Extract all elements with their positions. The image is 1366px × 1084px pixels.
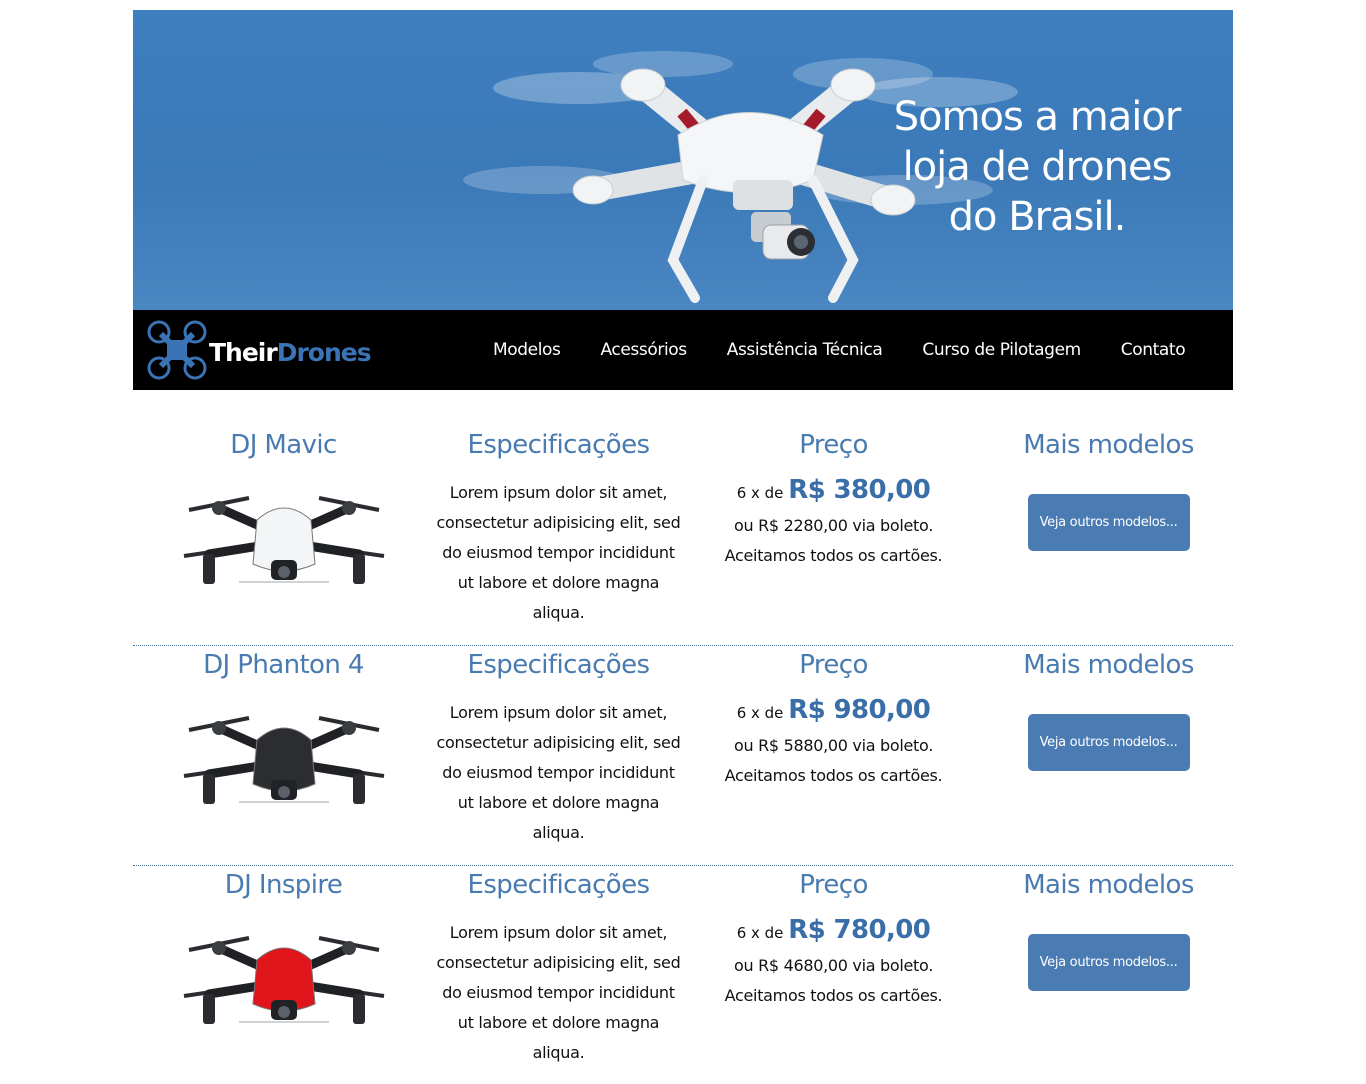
product-row: DJ Phanton 4 Especificações Lorem ipsum … xyxy=(133,646,1233,866)
price-heading: Preço xyxy=(799,430,868,460)
see-more-models-button[interactable]: Veja outros modelos... xyxy=(1027,494,1190,551)
nav-item-modelos[interactable]: Modelos xyxy=(493,340,561,360)
product-row: DJ Mavic Especificações Lorem ipsum dolo… xyxy=(133,426,1233,646)
installment-value: R$ 780,00 xyxy=(788,915,931,945)
installment-count: 6 x de xyxy=(736,704,784,722)
product-name: DJ Phanton 4 xyxy=(203,650,364,680)
main-nav: Modelos Acessórios Assistência Técnica C… xyxy=(473,310,1205,390)
product-more-column: Mais modelos Veja outros modelos... xyxy=(971,866,1246,991)
product-row: DJ Inspire Especificações Lorem ipsum do… xyxy=(133,866,1233,1084)
hero-headline-line: do Brasil. xyxy=(948,194,1127,240)
installment-line: 6 x de R$ 780,00 xyxy=(696,912,971,951)
nav-item-contato[interactable]: Contato xyxy=(1121,340,1186,360)
product-more-column: Mais modelos Veja outros modelos... xyxy=(971,426,1246,551)
price-block: 6 x de R$ 780,00 ou R$ 4680,00 via bolet… xyxy=(696,912,971,1011)
page: Somos a maior loja de drones do Brasil. … xyxy=(133,10,1233,1084)
cards-accepted: Aceitamos todos os cartões. xyxy=(724,986,943,1005)
nav-item-curso[interactable]: Curso de Pilotagem xyxy=(922,340,1081,360)
more-models-heading: Mais modelos xyxy=(1023,870,1194,900)
spec-text: Lorem ipsum dolor sit amet, consectetur … xyxy=(436,483,681,622)
product-list: DJ Mavic Especificações Lorem ipsum dolo… xyxy=(133,426,1233,1084)
product-drone-image xyxy=(183,716,384,804)
product-name: DJ Mavic xyxy=(230,430,337,460)
see-more-models-button[interactable]: Veja outros modelos... xyxy=(1027,934,1190,991)
product-model-column: DJ Inspire xyxy=(146,866,421,1038)
price-heading: Preço xyxy=(799,650,868,680)
logo[interactable]: TheirDrones xyxy=(147,318,387,382)
product-drone-image xyxy=(183,496,384,584)
more-models-heading: Mais modelos xyxy=(1023,430,1194,460)
installment-line: 6 x de R$ 980,00 xyxy=(696,692,971,731)
product-spec-column: Especificações Lorem ipsum dolor sit ame… xyxy=(421,426,696,628)
product-price-column: Preço 6 x de R$ 780,00 ou R$ 4680,00 via… xyxy=(696,866,971,1011)
product-spec-column: Especificações Lorem ipsum dolor sit ame… xyxy=(421,866,696,1068)
hero-banner: Somos a maior loja de drones do Brasil. xyxy=(133,10,1233,310)
nav-item-assistencia[interactable]: Assistência Técnica xyxy=(727,340,883,360)
cards-accepted: Aceitamos todos os cartões. xyxy=(724,546,943,565)
spec-heading: Especificações xyxy=(467,430,651,460)
product-drone-image xyxy=(183,936,384,1024)
navbar: TheirDrones Modelos Acessórios Assistênc… xyxy=(133,310,1233,390)
product-more-column: Mais modelos Veja outros modelos... xyxy=(971,646,1246,771)
installment-line: 6 x de R$ 380,00 xyxy=(696,472,971,511)
quadcopter-icon xyxy=(147,320,207,380)
product-price-column: Preço 6 x de R$ 380,00 ou R$ 2280,00 via… xyxy=(696,426,971,571)
nav-item-acessorios[interactable]: Acessórios xyxy=(601,340,688,360)
logo-wordmark: TheirDrones xyxy=(209,338,372,367)
product-model-column: DJ Mavic xyxy=(146,426,421,598)
price-heading: Preço xyxy=(799,870,868,900)
hero-headline-line: loja de drones xyxy=(902,144,1173,190)
installment-value: R$ 380,00 xyxy=(788,475,931,505)
spec-text: Lorem ipsum dolor sit amet, consectetur … xyxy=(436,923,681,1062)
product-spec-column: Especificações Lorem ipsum dolor sit ame… xyxy=(421,646,696,848)
see-more-models-button[interactable]: Veja outros modelos... xyxy=(1027,714,1190,771)
price-block: 6 x de R$ 980,00 ou R$ 5880,00 via bolet… xyxy=(696,692,971,791)
price-block: 6 x de R$ 380,00 ou R$ 2280,00 via bolet… xyxy=(696,472,971,571)
boleto-price: ou R$ 2280,00 via boleto. xyxy=(733,516,934,535)
boleto-price: ou R$ 5880,00 via boleto. xyxy=(733,736,934,755)
boleto-price: ou R$ 4680,00 via boleto. xyxy=(733,956,934,975)
logo-text-drones: Drones xyxy=(276,338,372,367)
hero-headline: Somos a maior loja de drones do Brasil. xyxy=(887,92,1187,242)
product-name: DJ Inspire xyxy=(224,870,343,900)
more-models-heading: Mais modelos xyxy=(1023,650,1194,680)
installment-value: R$ 980,00 xyxy=(788,695,931,725)
cards-accepted: Aceitamos todos os cartões. xyxy=(724,766,943,785)
hero-headline-line: Somos a maior xyxy=(893,94,1182,140)
spec-heading: Especificações xyxy=(467,870,651,900)
product-model-column: DJ Phanton 4 xyxy=(146,646,421,818)
installment-count: 6 x de xyxy=(736,924,784,942)
product-price-column: Preço 6 x de R$ 980,00 ou R$ 5880,00 via… xyxy=(696,646,971,791)
installment-count: 6 x de xyxy=(736,484,784,502)
spec-heading: Especificações xyxy=(467,650,651,680)
logo-text-their: Their xyxy=(209,338,278,367)
spec-text: Lorem ipsum dolor sit amet, consectetur … xyxy=(436,703,681,842)
